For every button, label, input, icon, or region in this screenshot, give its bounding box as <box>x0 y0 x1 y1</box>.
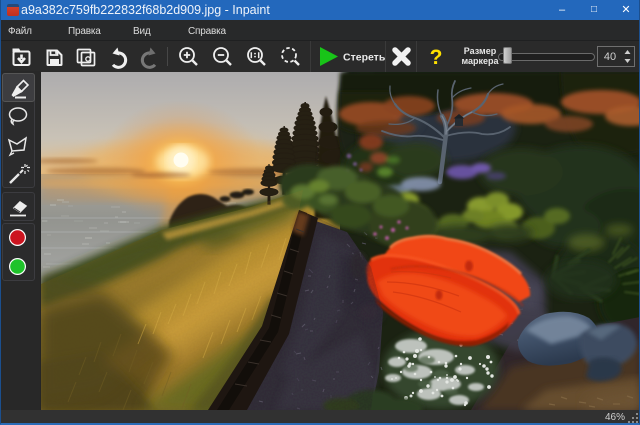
svg-text:Стереть: Стереть <box>343 52 386 64</box>
svg-text:?: ? <box>430 46 443 69</box>
